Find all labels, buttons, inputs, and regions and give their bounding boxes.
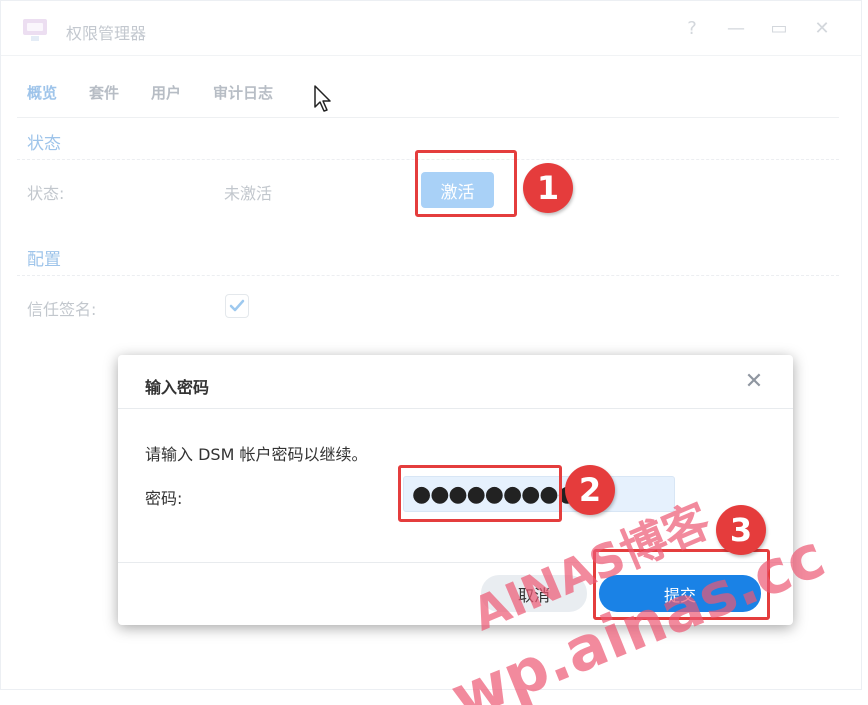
status-label: 状态:	[27, 184, 65, 203]
annotation-badge-3: 3	[716, 505, 766, 555]
maximize-icon[interactable]: ▭	[768, 18, 790, 40]
annotation-badge-2: 2	[565, 465, 615, 515]
tab-audit-log[interactable]: 审计日志	[213, 82, 273, 103]
dialog-title: 输入密码	[145, 378, 210, 397]
annotation-badge-1: 1	[523, 163, 573, 213]
annotation-box-2	[398, 465, 562, 522]
dialog-close-icon[interactable]: ✕	[742, 369, 766, 394]
dialog-prompt: 请输入 DSM 帐户密码以继续。	[145, 445, 368, 464]
title-bar: 权限管理器 ? — ▭ ✕	[1, 1, 861, 56]
tab-users[interactable]: 用户	[151, 82, 181, 103]
annotation-box-3	[593, 549, 770, 620]
help-icon[interactable]: ?	[681, 18, 703, 40]
tab-divider	[17, 117, 839, 118]
minimize-icon[interactable]: —	[725, 18, 747, 40]
config-section-divider	[17, 275, 839, 276]
mouse-cursor-icon	[314, 85, 331, 112]
status-value: 未激活	[224, 184, 273, 203]
config-section-title: 配置	[27, 250, 61, 270]
trust-signature-label: 信任签名:	[27, 300, 97, 319]
tab-bar: 概览 套件 用户 审计日志	[27, 82, 305, 103]
tab-overview[interactable]: 概览	[27, 82, 57, 103]
checkmark-icon	[229, 299, 245, 312]
annotation-box-1	[415, 150, 517, 217]
app-icon	[23, 19, 47, 41]
dialog-header-divider	[118, 408, 793, 409]
password-label: 密码:	[145, 489, 183, 508]
tab-packages[interactable]: 套件	[89, 82, 119, 103]
close-window-icon[interactable]: ✕	[811, 18, 833, 40]
status-section-title: 状态	[27, 134, 61, 154]
window-title: 权限管理器	[66, 24, 147, 43]
cancel-button[interactable]: 取消	[481, 575, 587, 612]
trust-signature-checkbox[interactable]	[225, 294, 249, 318]
